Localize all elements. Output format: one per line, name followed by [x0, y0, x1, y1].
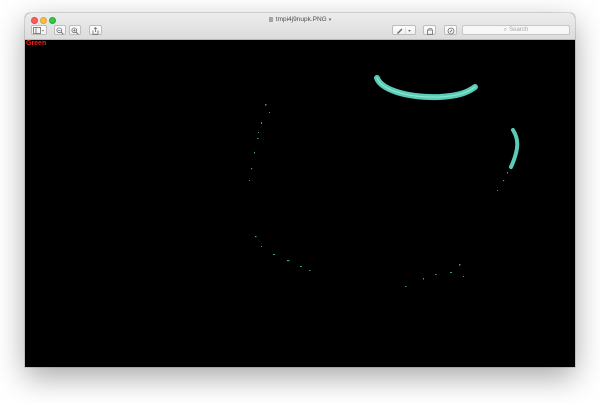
- zoom-out-button[interactable]: [54, 25, 66, 35]
- search-placeholder: Search: [509, 27, 529, 33]
- sidebar-icon: [33, 27, 44, 34]
- preview-window: tmpi4j9nupk.PNG ▾ ⌕ Search Green: [25, 13, 575, 367]
- image-canvas[interactable]: Green: [25, 40, 575, 367]
- rotate-icon: [426, 27, 433, 35]
- sidebar-view-button[interactable]: [31, 25, 47, 35]
- markup-circle-icon: [447, 27, 454, 35]
- annotate-button[interactable]: [444, 25, 457, 35]
- search-icon: ⌕: [503, 27, 508, 33]
- titlebar: tmpi4j9nupk.PNG ▾ ⌕ Search: [25, 13, 575, 40]
- share-button[interactable]: [89, 25, 102, 35]
- green-band-right: [509, 128, 520, 169]
- zoom-out-icon: [56, 27, 64, 35]
- file-icon: [268, 17, 273, 22]
- image-content: [249, 75, 520, 287]
- green-specks: [249, 104, 508, 287]
- markup-toolbar-button[interactable]: [392, 25, 416, 35]
- rotate-button[interactable]: [423, 25, 436, 35]
- window-title: tmpi4j9nupk.PNG: [275, 16, 327, 23]
- search-field[interactable]: ⌕ Search: [462, 25, 570, 35]
- desktop: tmpi4j9nupk.PNG ▾ ⌕ Search Green: [0, 0, 600, 403]
- zoom-in-icon: [71, 27, 79, 35]
- title-chevron-down-icon: ▾: [328, 17, 332, 23]
- zoom-in-button[interactable]: [69, 25, 81, 35]
- pen-icon: [397, 27, 411, 34]
- window-title-area[interactable]: tmpi4j9nupk.PNG ▾: [25, 15, 575, 25]
- share-icon: [92, 27, 99, 35]
